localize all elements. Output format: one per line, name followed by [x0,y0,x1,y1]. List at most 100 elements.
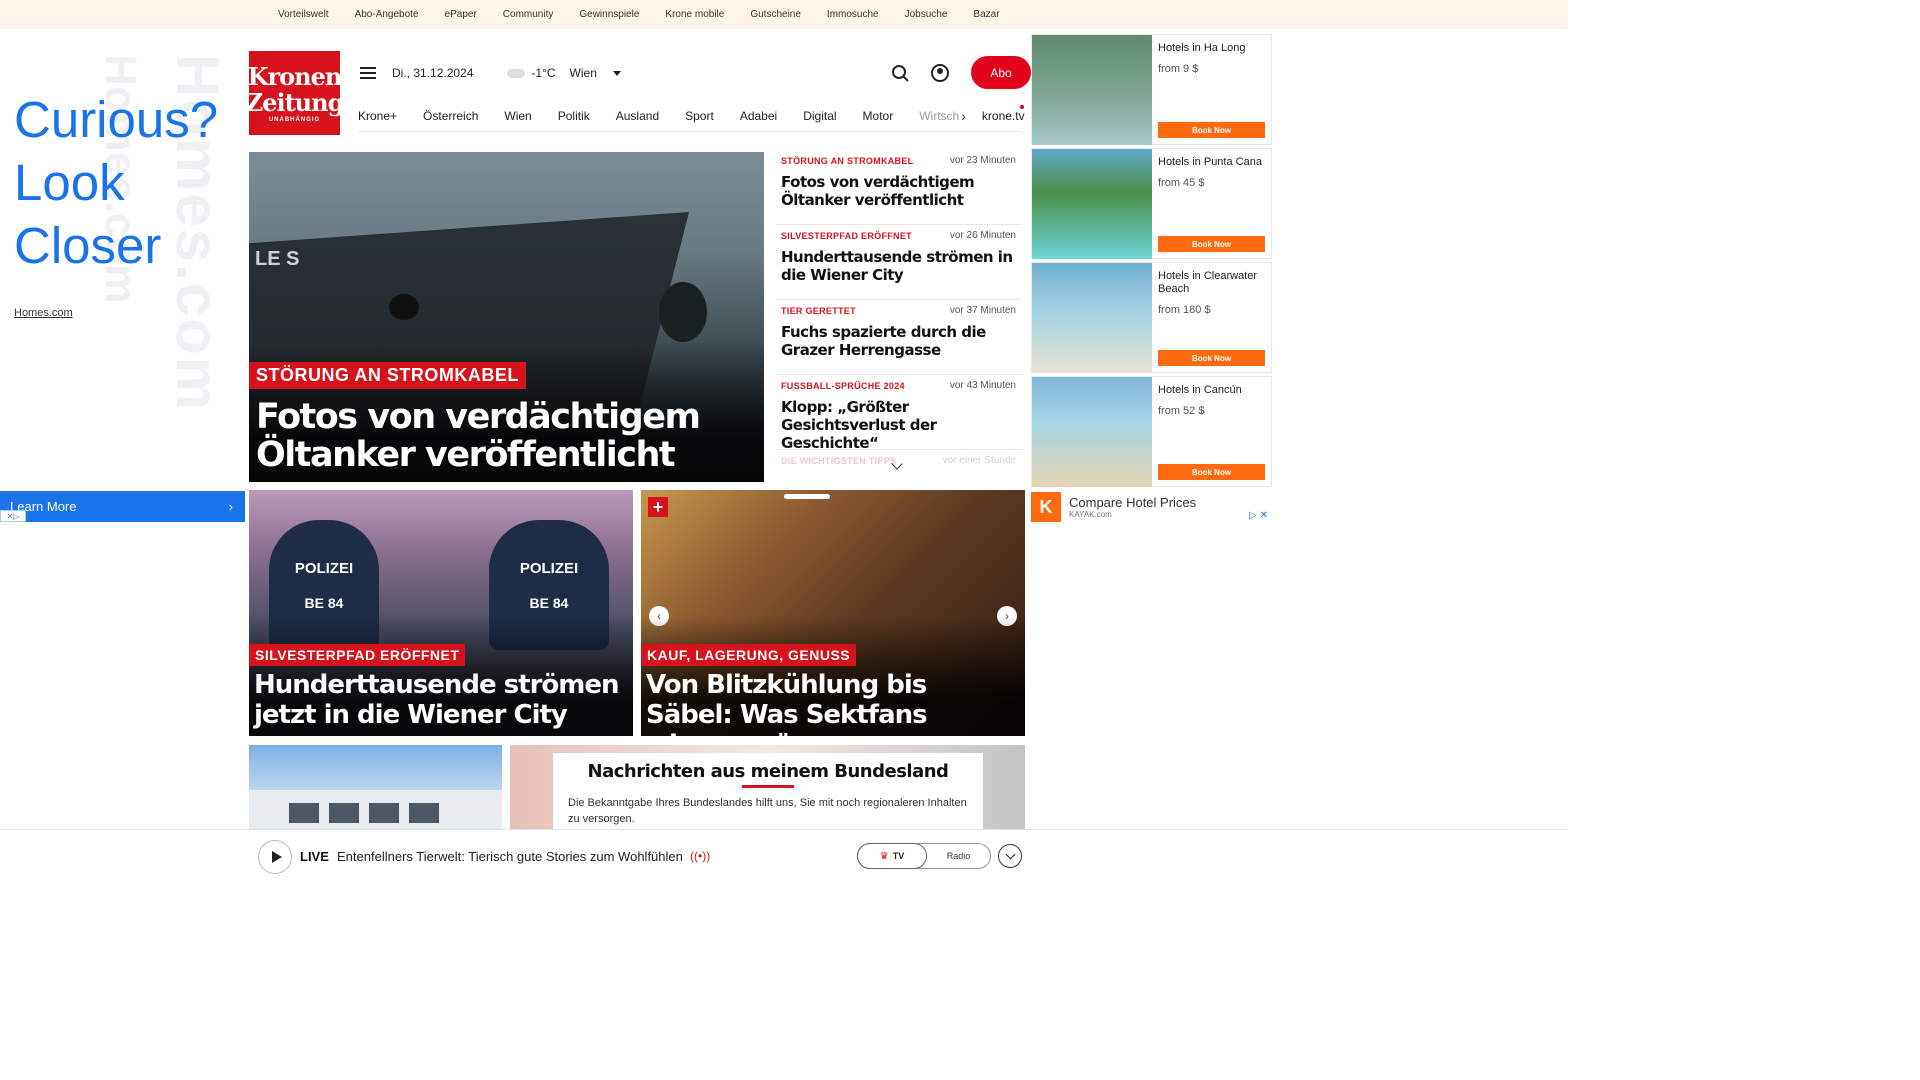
ad-headline: Curious? Look Closer [14,88,218,277]
topbar-link-abo-angebote[interactable]: Abo-Angebote [355,9,419,20]
news-category: TIER GERETTET [781,305,856,316]
hotel-price: from 9 $ [1158,63,1199,75]
topbar-link-immosuche[interactable]: Immosuche [827,9,879,20]
hotel-price: from 52 $ [1158,405,1205,417]
left-ad-banner[interactable]: Homes.com Homes.com Curious? Look Closer… [0,34,245,524]
play-icon[interactable] [258,840,292,874]
search-icon[interactable] [891,64,909,82]
book-now-button[interactable]: Book Now [1158,122,1265,138]
news-category: FUSSBALL-SPRÜCHE 2024 [781,380,905,391]
logo-tagline: UNABHÄNGIG [268,116,321,123]
krone-logo[interactable]: Kronen Zeitung UNABHÄNGIG [246,51,344,135]
adchoices-icon[interactable]: ✕▷ [0,510,26,522]
temperature: -1°C [531,66,556,80]
hotel-offer[interactable]: Hotels in Clearwater Beach from 180 $ Bo… [1031,262,1272,373]
krone-plus-icon: + [648,497,668,517]
nav-item-krone-plus[interactable]: Krone+ [358,109,397,123]
topbar-link-gewinnspiele[interactable]: Gewinnspiele [579,9,639,20]
book-now-button[interactable]: Book Now [1158,236,1265,252]
chevron-right-icon[interactable]: › [961,108,966,124]
kayak-source: KAYAK.com [1069,510,1112,519]
news-title: Fotos von verdächtigem Öltanker veröffen… [781,173,975,209]
hotel-price: from 180 $ [1158,304,1211,316]
news-category: SILVESTERPFAD ERÖFFNET [781,230,912,241]
topbar-link-epaper[interactable]: ePaper [445,9,477,20]
police-id: BE 84 [304,595,344,611]
kayak-ad-footer[interactable]: K Compare Hotel Prices KAYAK.com ▷ ✕ [1031,490,1272,524]
news-item[interactable]: STÖRUNG AN STROMKABEL vor 23 Minuten Foto… [776,150,1021,225]
nav-item-krone-tv[interactable]: krone.tv [982,109,1025,123]
news-category: STÖRUNG AN STROMKABEL [781,155,914,166]
news-item[interactable]: SILVESTERPFAD ERÖFFNET vor 26 Minuten Hun… [776,225,1021,300]
building-window [409,803,439,823]
article-card-silvesterpfad[interactable]: POLIZEI BE 84 POLIZEI BE 84 SILVESTERPFA… [249,490,633,736]
nav-item-ausland[interactable]: Ausland [616,109,659,123]
main-nav: Krone+ Österreich Wien Politik Ausland S… [358,100,1025,132]
news-item[interactable]: TIER GERETTET vor 37 Minuten Fuchs spazie… [776,300,1021,375]
news-time: vor 43 Minuten [949,380,1016,391]
tv-radio-toggle[interactable]: ♛ TV Radio [857,843,991,869]
building-window [369,803,399,823]
hotel-name: Hotels in Cancún [1158,384,1242,396]
user-account-icon[interactable] [931,63,949,82]
news-title: Klopp: „Größter Gesichtsverlust der Gesc… [781,398,937,452]
nav-item-oesterreich[interactable]: Österreich [423,109,478,123]
news-time: vor 26 Minuten [949,230,1016,241]
topbar-link-bazar[interactable]: Bazar [973,9,999,20]
chevron-down-icon[interactable] [998,844,1022,868]
building-window [289,803,319,823]
news-item[interactable]: FUSSBALL-SPRÜCHE 2024 vor 43 Minuten Klop… [776,375,1021,452]
anchor-hole-2 [659,282,707,342]
hamburger-menu-icon[interactable] [360,67,376,79]
hotel-offer[interactable]: Hotels in Cancún from 52 $ Book Now [1031,376,1272,487]
ad-brand-link[interactable]: Homes.com [14,307,73,319]
chevron-down-icon[interactable] [612,70,621,76]
anchor-hole [389,294,419,320]
toggle-tv[interactable]: ♛ TV [857,843,927,869]
adchoices-close-icon[interactable]: ▷ ✕ [1249,510,1268,521]
topbar-link-jobsuche[interactable]: Jobsuche [905,9,948,20]
news-category: DIE WICHTIGSTEN TIPPS [781,455,897,466]
news-time: vor einer Stunde [942,455,1016,466]
crown-icon: ♛ [879,850,889,862]
nav-item-digital[interactable]: Digital [803,109,836,123]
nav-item-wien[interactable]: Wien [504,109,531,123]
ad-learn-more-button[interactable]: Learn More › [0,491,245,522]
police-label: POLIZEI [519,560,579,577]
book-now-button[interactable]: Book Now [1158,464,1265,480]
nav-item-sport[interactable]: Sport [685,109,714,123]
nav-item-motor[interactable]: Motor [863,109,894,123]
bundesland-prompt[interactable]: Nachrichten aus meinem Bundesland Die Be… [553,753,983,831]
abo-button[interactable]: Abo [971,56,1031,89]
toggle-radio[interactable]: Radio [927,844,990,868]
news-title: Hunderttausende strömen in die Wiener Ci… [781,248,1013,284]
hotel-name: Hotels in Ha Long [1158,42,1246,54]
topbar-link-vorteilswelt[interactable]: Vorteilswelt [278,9,329,20]
hotel-image [1032,263,1152,373]
topbar-link-community[interactable]: Community [503,9,554,20]
topbar-link-gutscheine[interactable]: Gutscheine [750,9,801,20]
nav-item-adabei[interactable]: Adabei [740,109,777,123]
toggle-tv-label: TV [892,851,905,861]
hero-article[interactable]: LE S STÖRUNG AN STROMKABEL Fotos von ver… [249,152,764,482]
top-service-bar: Vorteilswelt Abo-Angebote ePaper Communi… [0,0,1568,29]
book-now-button[interactable]: Book Now [1158,350,1265,366]
hotel-offer[interactable]: Hotels in Punta Cana from 45 $ Book Now [1031,148,1272,259]
topbar-link-krone-mobile[interactable]: Krone mobile [665,9,724,20]
bundesland-text: Die Bekanntgabe Ihres Bundeslandes hilft… [568,797,967,825]
bundesland-title: Nachrichten aus meinem Bundesland [587,761,949,782]
city-selector[interactable]: Wien [570,66,597,80]
broadcast-icon: ((•)) [690,849,711,863]
hotel-offer[interactable]: Hotels in Ha Long from 9 $ Book Now [1031,34,1272,145]
card-tag: SILVESTERPFAD ERÖFFNET [249,644,466,666]
hull-lettering: LE S [255,248,300,270]
card-title: Von Blitzkühlung bis Säbel: Was Sektfans… [646,670,928,736]
hotel-name: Hotels in Clearwater Beach [1158,270,1258,295]
hotel-image [1032,35,1152,145]
kayak-title: Compare Hotel Prices [1069,495,1197,510]
ad-headline-line-2: Look [14,154,125,211]
nav-item-wirtschaft[interactable]: Wirtsch [919,109,959,123]
news-title: Fuchs spazierte durch die Grazer Herreng… [781,323,986,359]
article-card-sekt[interactable]: + ‹ › KAUF, LAGERUNG, GENUSS Von Blitzkü… [641,490,1025,736]
nav-item-politik[interactable]: Politik [558,109,590,123]
